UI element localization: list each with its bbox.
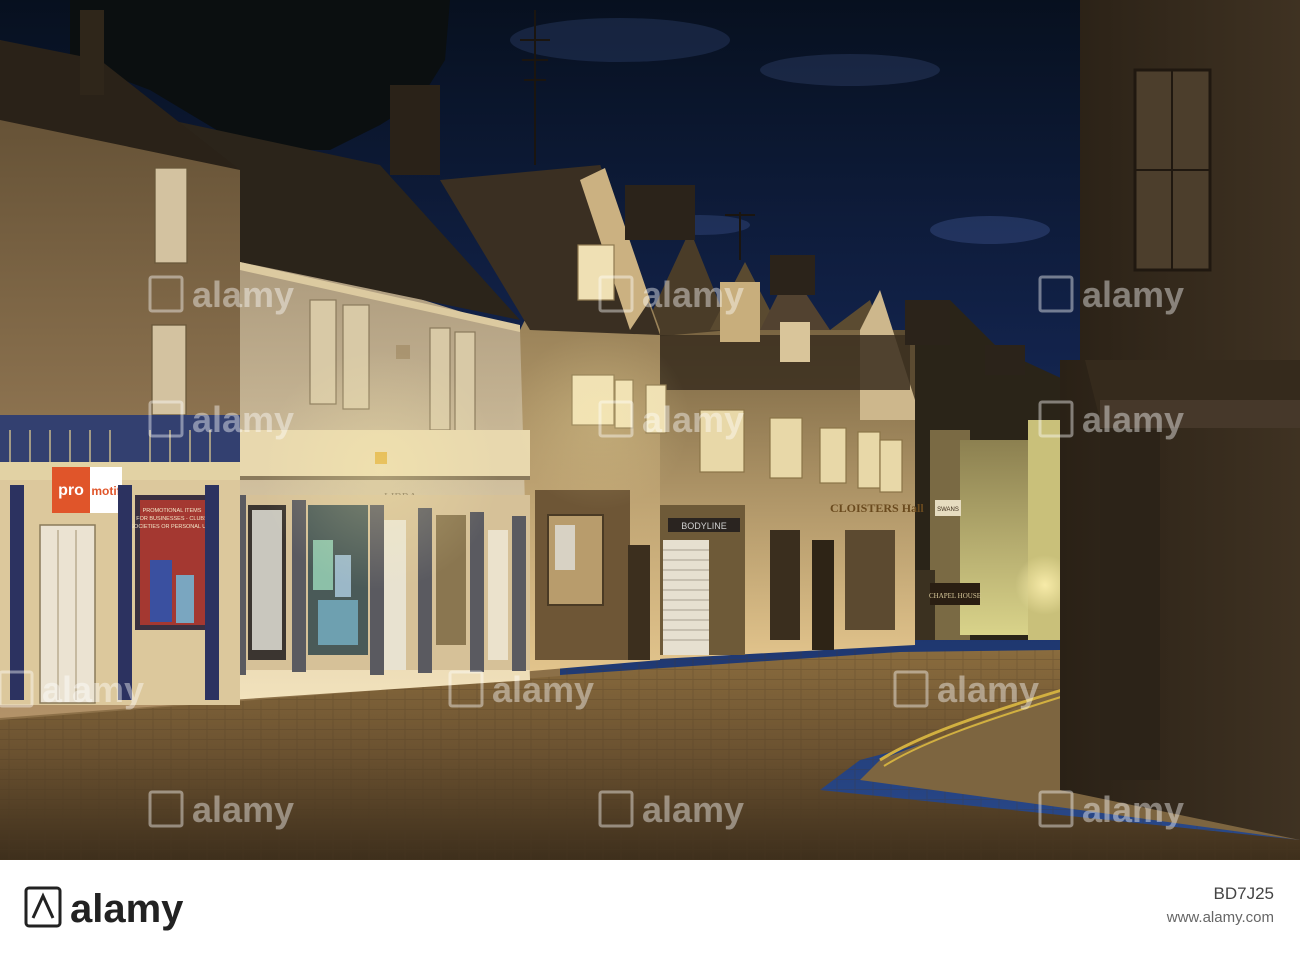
sign-promotif-text-1: PROMOTIONAL ITEMS: [143, 508, 202, 514]
footer-url[interactable]: www.alamy.com: [1167, 906, 1274, 930]
watermark-text: alamy: [642, 274, 744, 315]
watermark-text: alamy: [642, 399, 744, 440]
watermark-text: alamy: [1082, 399, 1184, 440]
footer-brand: alamy: [70, 887, 184, 931]
footer-info: BD7J25 www.alamy.com: [1167, 882, 1274, 930]
sign-promotif-text-3: SOCIETIES OR PERSONAL USE: [130, 524, 214, 530]
sign-promotif-left: pro: [58, 482, 84, 499]
sign-chapel-house: CHAPEL HOUSE: [929, 592, 981, 600]
watermark-text: alamy: [642, 789, 744, 830]
photo-stage: CHAPEL HOUSE SWANS CLOISTERS Hall BODYLI…: [0, 0, 1300, 953]
footer-bar: alamy BD7J25 www.alamy.com: [0, 860, 1300, 953]
image-id: BD7J25: [1213, 884, 1274, 903]
watermark-text: alamy: [42, 669, 144, 710]
watermark-text: alamy: [1082, 789, 1184, 830]
watermark-text: alamy: [937, 669, 1039, 710]
sign-swans: SWANS: [937, 507, 959, 513]
alamy-logo: alamy: [24, 886, 184, 931]
watermark-text: alamy: [192, 399, 294, 440]
watermark-text: alamy: [192, 789, 294, 830]
street-night-photo: CHAPEL HOUSE SWANS CLOISTERS Hall BODYLI…: [0, 0, 1300, 860]
watermark-text: alamy: [1082, 274, 1184, 315]
sign-promotif-text-2: FOR BUSINESSES - CLUBS: [136, 516, 208, 522]
sign-promotif-right: motif: [91, 484, 121, 498]
sign-cloisters: CLOISTERS Hall: [830, 501, 924, 515]
watermark-text: alamy: [492, 669, 594, 710]
watermark-text: alamy: [192, 274, 294, 315]
sign-shop-shutter: BODYLINE: [681, 521, 727, 531]
